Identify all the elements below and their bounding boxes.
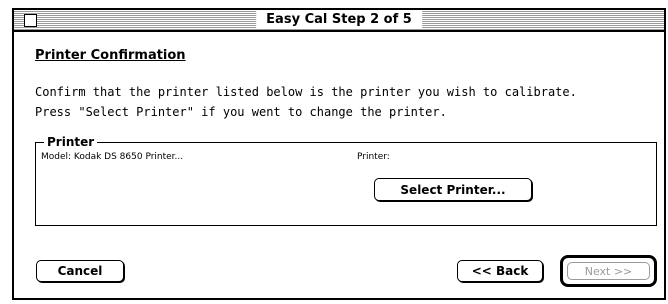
- instructions-text: Confirm that the printer listed below is…: [35, 82, 577, 122]
- printer-group-label: Printer: [44, 134, 98, 150]
- printer-model-text: Model: Kodak DS 8650 Printer...: [41, 152, 184, 162]
- printer-group-box: Printer Model: Kodak DS 8650 Printer... …: [35, 134, 657, 226]
- select-printer-button[interactable]: Select Printer...: [374, 178, 532, 201]
- title-bar[interactable]: Easy Cal Step 2 of 5: [14, 10, 664, 32]
- window-title: Easy Cal Step 2 of 5: [256, 11, 422, 29]
- next-button[interactable]: Next >>: [567, 262, 650, 280]
- printer-name-text: Printer:: [357, 152, 390, 162]
- instructions-line-2: Press "Select Printer" if you went to ch…: [35, 105, 447, 119]
- section-heading: Printer Confirmation: [35, 48, 186, 63]
- default-button-outline: Next >>: [560, 255, 657, 287]
- close-box-icon[interactable]: [24, 14, 37, 27]
- back-button[interactable]: << Back: [457, 260, 543, 282]
- instructions-line-1: Confirm that the printer listed below is…: [35, 85, 577, 99]
- easy-cal-dialog: Easy Cal Step 2 of 5 Printer Confirmatio…: [12, 8, 666, 300]
- cancel-button[interactable]: Cancel: [36, 260, 124, 282]
